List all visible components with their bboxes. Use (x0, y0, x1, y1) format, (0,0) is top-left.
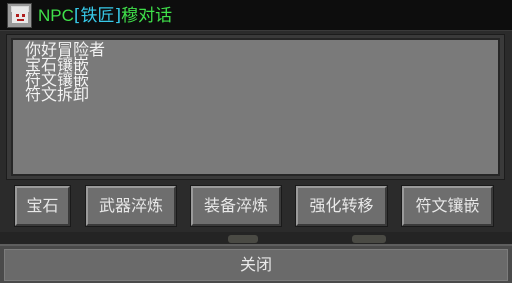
npc-role: [铁匠] (73, 6, 122, 26)
dialog-option-gem-inlay[interactable]: 宝石镶嵌 (25, 57, 486, 73)
npc-dialog-window: NPC[铁匠]穆对话 你好冒险者 宝石镶嵌 符文镶嵌 符文拆卸 宝石 武器淬炼 … (0, 0, 512, 283)
background-decoration (0, 232, 512, 244)
dialog-greeting: 你好冒险者 (25, 40, 106, 59)
dialog-text-box: 你好冒险者 宝石镶嵌 符文镶嵌 符文拆卸 (11, 38, 500, 176)
weapon-temper-button[interactable]: 武器淬炼 (86, 186, 176, 226)
close-button[interactable]: 关闭 (4, 249, 508, 281)
gem-button[interactable]: 宝石 (15, 186, 70, 226)
dialog-option-rune-inlay[interactable]: 符文镶嵌 (25, 72, 486, 88)
equipment-temper-button[interactable]: 装备淬炼 (191, 186, 281, 226)
rune-inlay-button[interactable]: 符文镶嵌 (402, 186, 493, 226)
npc-portrait-icon (7, 3, 32, 28)
npc-tag: NPC (38, 6, 74, 25)
title-bar: NPC[铁匠]穆对话 (0, 0, 512, 31)
npc-name: 穆对话 (121, 6, 173, 26)
dialog-title: NPC[铁匠]穆对话 (38, 4, 172, 28)
dialog-panel: 你好冒险者 宝石镶嵌 符文镶嵌 符文拆卸 (6, 34, 505, 180)
dialog-option-rune-remove[interactable]: 符文拆卸 (25, 87, 486, 103)
footer-bar: 关闭 (0, 244, 512, 283)
enhance-transfer-button[interactable]: 强化转移 (296, 186, 387, 226)
